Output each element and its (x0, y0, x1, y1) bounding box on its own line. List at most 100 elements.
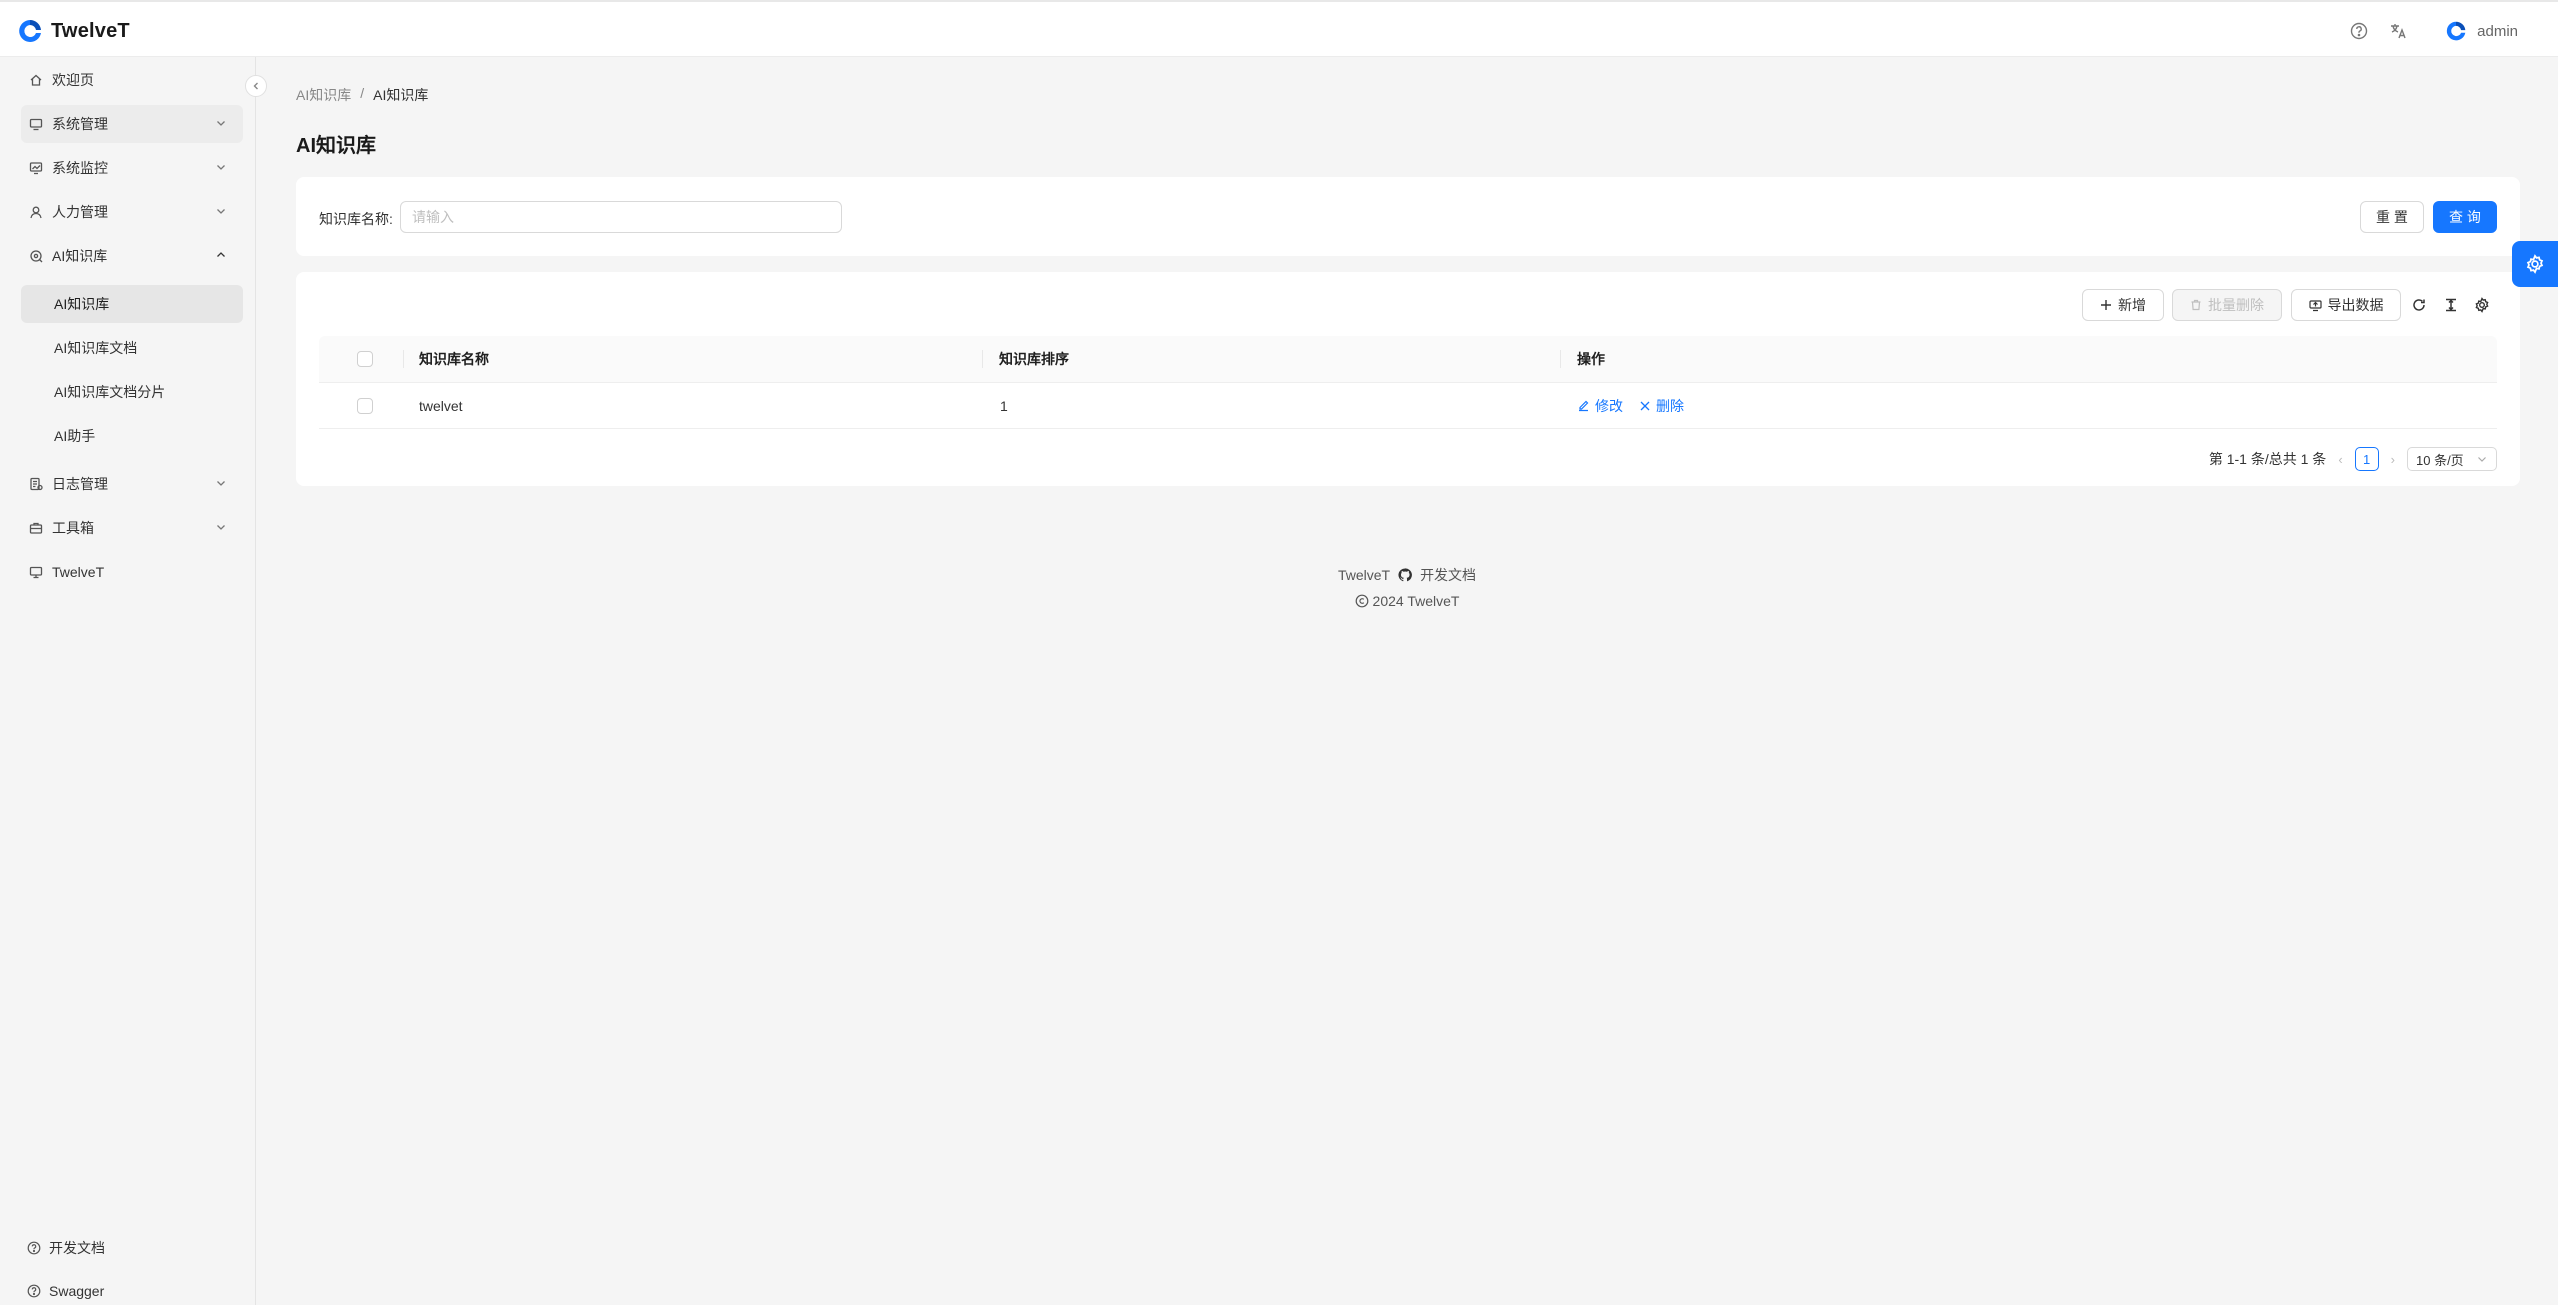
setting-icon (2526, 254, 2544, 274)
column-divider (403, 350, 404, 368)
row-select-cell (357, 383, 373, 428)
batch-delete-button[interactable]: 批量删除 (2172, 289, 2282, 321)
trash-icon (2191, 299, 2201, 311)
breadcrumb-current: AI知识库 (373, 87, 429, 103)
user-icon (28, 204, 44, 220)
app-name: TwelveT (51, 19, 130, 42)
sidebar-item-label: 欢迎页 (52, 72, 94, 88)
sidebar-link-label: 开发文档 (49, 1240, 105, 1256)
home-icon (28, 72, 44, 88)
chevron-down-icon (2478, 457, 2486, 462)
sidebar-item-hr[interactable]: 人力管理 (21, 193, 243, 231)
footer-brand[interactable]: TwelveT (1338, 567, 1390, 583)
data-table: 知识库名称 知识库排序 操作 twelvet 1 修改 删除 (319, 336, 2497, 429)
chevron-down-icon (217, 165, 225, 170)
sidebar-subitem-ai-knowledge-docs[interactable]: AI知识库文档 (21, 329, 243, 367)
add-button[interactable]: 新增 (2082, 289, 2164, 321)
fund-icon (28, 160, 44, 176)
toolbox-icon (28, 520, 44, 536)
breadcrumb: AI知识库 / AI知识库 (296, 85, 428, 105)
add-button-label: 新增 (2118, 297, 2146, 313)
sidebar-collapse-button[interactable] (245, 75, 267, 97)
search-form: 知识库名称: 重 置 查 询 (296, 177, 2520, 256)
sidebar-item-monitor[interactable]: 系统监控 (21, 149, 243, 187)
select-all-cell (357, 336, 373, 382)
export-button-label: 导出数据 (2327, 297, 2384, 313)
page-number[interactable]: 1 (2354, 447, 2379, 471)
sidebar-item-toolbox[interactable]: 工具箱 (21, 509, 243, 547)
sidebar-subitem-ai-knowledge-slices[interactable]: AI知识库文档分片 (21, 373, 243, 411)
reset-button[interactable]: 重 置 (2360, 201, 2424, 233)
footer-docs-link[interactable]: 开发文档 (1420, 565, 1476, 585)
reload-icon[interactable] (2409, 295, 2429, 315)
sidebar-item-system[interactable]: 系统管理 (21, 105, 243, 143)
table-header: 知识库名称 知识库排序 操作 (319, 336, 2497, 383)
app-logo[interactable]: TwelveT (17, 18, 130, 44)
sidebar-item-ai-knowledge[interactable]: AI知识库 (21, 237, 243, 275)
query-button[interactable]: 查 询 (2433, 201, 2497, 233)
translate-icon[interactable] (2388, 21, 2408, 41)
page-title: AI知识库 (296, 135, 376, 157)
breadcrumb-parent[interactable]: AI知识库 (296, 85, 351, 105)
github-icon[interactable] (1398, 568, 1412, 582)
user-menu[interactable]: admin (2445, 20, 2518, 42)
cell-knowledge-name: twelvet (419, 397, 463, 414)
logo-icon (19, 19, 41, 42)
prev-page-icon[interactable]: ‹ (2338, 452, 2342, 467)
delete-link[interactable]: 删除 (1639, 396, 1684, 416)
edit-link[interactable]: 修改 (1577, 396, 1623, 416)
chevron-up-icon (217, 252, 225, 257)
knowledge-icon (28, 248, 44, 264)
knowledge-name-input[interactable] (400, 201, 842, 233)
table-card: 新增 批量删除 导出数据 知识库名称 知识库排序 操作 twelvet 1 修改… (296, 272, 2520, 486)
setting-icon[interactable] (2472, 295, 2492, 315)
sidebar-link-dev-docs[interactable]: 开发文档 (27, 1238, 105, 1258)
sidebar-item-logs[interactable]: 日志管理 (21, 465, 243, 503)
question-circle-icon[interactable] (2349, 21, 2369, 41)
column-header-sort[interactable]: 知识库排序 (999, 336, 1069, 382)
select-all-checkbox[interactable] (357, 351, 373, 367)
export-button[interactable]: 导出数据 (2291, 289, 2401, 321)
sidebar-item-label: AI知识库 (52, 248, 108, 264)
cell-actions: 修改 删除 (1577, 383, 1684, 428)
copyright-icon (1355, 594, 1368, 608)
pagination-summary: 第 1-1 条/总共 1 条 (2208, 451, 2327, 467)
next-page-icon[interactable]: › (2391, 452, 2395, 467)
column-height-icon[interactable] (2441, 295, 2461, 315)
plus-icon (2101, 300, 2111, 310)
sidebar-item-label: 系统管理 (52, 116, 108, 132)
theme-settings-button[interactable] (2512, 241, 2558, 287)
column-header-actions: 操作 (1577, 351, 1605, 367)
sidebar-item-label: 人力管理 (52, 204, 108, 220)
desktop-icon (28, 564, 44, 580)
sidebar-item-label: 工具箱 (52, 520, 94, 536)
cell-knowledge-sort: 1 (1000, 397, 1008, 414)
sidebar-item-label: 日志管理 (52, 476, 108, 492)
sidebar-link-label: Swagger (49, 1283, 105, 1299)
sidebar-subitem-ai-knowledge[interactable]: AI知识库 (21, 285, 243, 323)
sidebar-item-welcome[interactable]: 欢迎页 (21, 61, 243, 99)
question-circle-icon (27, 1241, 41, 1255)
sidebar-item-label: 系统监控 (52, 160, 108, 176)
row-checkbox[interactable] (357, 397, 373, 414)
page-footer: TwelveT 开发文档 2024 TwelveT (256, 565, 2558, 609)
page-size-select[interactable]: 10 条/页 (2407, 447, 2497, 471)
export-icon (2308, 299, 2322, 311)
chevron-down-icon (217, 209, 225, 214)
sidebar-item-label: TwelveT (52, 564, 105, 580)
edit-icon (1579, 400, 1589, 412)
chevron-down-icon (217, 481, 225, 486)
chevron-left-icon (253, 82, 258, 90)
question-circle-icon (27, 1284, 41, 1298)
sidebar-link-swagger[interactable]: Swagger (27, 1283, 104, 1299)
delete-label: 删除 (1656, 397, 1684, 414)
sidebar-subitem-ai-assistant[interactable]: AI助手 (21, 417, 243, 455)
column-header-name[interactable]: 知识库名称 (419, 336, 489, 382)
avatar (2446, 21, 2466, 41)
column-divider (982, 350, 983, 368)
page-size-value: 10 条/页 (2416, 452, 2464, 468)
sidebar-item-twelvet[interactable]: TwelveT (21, 553, 243, 591)
pagination: 第 1-1 条/总共 1 条 ‹ 1 › 10 条/页 (2209, 447, 2497, 471)
monitor-icon (28, 116, 44, 132)
top-header: TwelveT admin (0, 0, 2558, 57)
